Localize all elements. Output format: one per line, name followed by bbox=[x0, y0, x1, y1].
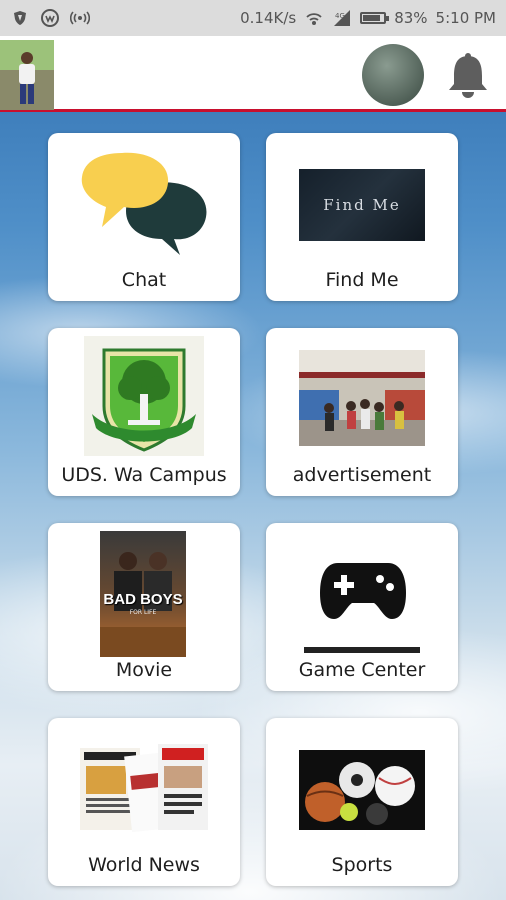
tile-advertisement[interactable]: advertisement bbox=[266, 328, 458, 496]
sports-balls-photo bbox=[299, 750, 425, 830]
movie-poster: BAD BOYS FOR LIFE bbox=[100, 531, 186, 657]
tile-world-news-label: World News bbox=[88, 854, 200, 876]
tile-movie[interactable]: BAD BOYS FOR LIFE Movie bbox=[48, 523, 240, 691]
tile-game-center[interactable]: Game Center bbox=[266, 523, 458, 691]
tile-advertisement-label: advertisement bbox=[292, 464, 432, 486]
tile-game-center-label: Game Center bbox=[298, 659, 426, 681]
signal-icon: 4G bbox=[332, 8, 352, 28]
status-bar: 0.14K/s 4G 83% 5:10 PM bbox=[0, 0, 506, 36]
tile-find-me[interactable]: Find Me Find Me bbox=[266, 133, 458, 301]
bell-icon[interactable] bbox=[446, 50, 490, 100]
network-speed: 0.14K/s bbox=[240, 9, 297, 27]
tile-chat-label: Chat bbox=[121, 269, 167, 291]
avatar[interactable] bbox=[362, 44, 424, 106]
supermarket-photo bbox=[299, 350, 425, 450]
battery-icon bbox=[360, 12, 390, 24]
uds-crest-logo bbox=[84, 336, 204, 456]
tile-chat[interactable]: Chat bbox=[48, 133, 240, 301]
vpn-shield-icon bbox=[10, 8, 30, 28]
wifi-call-icon bbox=[304, 8, 324, 28]
movie-poster-title: BAD BOYS bbox=[103, 591, 183, 608]
tile-find-me-label: Find Me bbox=[325, 269, 399, 291]
tile-sports[interactable]: Sports bbox=[266, 718, 458, 886]
tile-sports-label: Sports bbox=[331, 854, 393, 876]
game-center-banner-strip bbox=[304, 647, 420, 653]
tile-world-news[interactable]: World News bbox=[48, 718, 240, 886]
app-notification-icon bbox=[40, 8, 60, 28]
tile-movie-label: Movie bbox=[115, 659, 173, 681]
gamepad-icon bbox=[318, 555, 408, 629]
hotspot-icon bbox=[70, 8, 90, 28]
newspapers-photo bbox=[80, 744, 208, 838]
find-me-banner-text: Find Me bbox=[323, 196, 401, 214]
battery-percent: 83% bbox=[394, 9, 428, 27]
app-header bbox=[0, 36, 506, 112]
svg-text:4G: 4G bbox=[335, 12, 345, 20]
profile-photo[interactable] bbox=[0, 40, 54, 110]
tile-uds-wa-campus[interactable]: UDS. Wa Campus bbox=[48, 328, 240, 496]
chat-bubbles-icon bbox=[78, 147, 208, 261]
clock: 5:10 PM bbox=[435, 9, 496, 27]
movie-poster-subtitle: FOR LIFE bbox=[129, 609, 157, 616]
find-me-banner: Find Me bbox=[299, 169, 425, 241]
tile-uds-label: UDS. Wa Campus bbox=[61, 464, 227, 486]
